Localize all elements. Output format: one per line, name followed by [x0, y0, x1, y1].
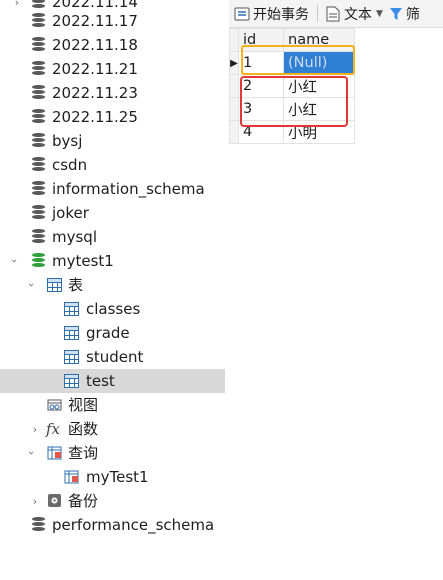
- annotation-highlight-duplicate-rows: [240, 76, 348, 127]
- table-icon: [64, 302, 79, 316]
- database-icon: [32, 205, 45, 220]
- backup-icon: [47, 493, 63, 509]
- row-header[interactable]: [229, 120, 239, 144]
- text-view-button[interactable]: 文本 ▼: [326, 4, 383, 24]
- object-navigator: › 2022.11.14 2022.11.17 2022.11.18 2022.…: [0, 0, 225, 580]
- tree-label: 表: [68, 276, 84, 294]
- tree-label: 2022.11.25: [52, 108, 138, 126]
- table-icon: [64, 374, 79, 388]
- database-icon: [32, 109, 45, 124]
- database-icon: [32, 181, 45, 196]
- chevron-down-icon[interactable]: ›: [8, 254, 22, 268]
- database-icon: [32, 133, 45, 148]
- begin-transaction-button[interactable]: 开始事务: [234, 4, 309, 24]
- tree-label: mysql: [52, 228, 97, 246]
- tree-table-classes[interactable]: classes: [0, 297, 225, 321]
- database-icon: [32, 0, 45, 9]
- chevron-down-icon[interactable]: ›: [25, 278, 39, 292]
- tree-db-bysj[interactable]: bysj: [0, 129, 225, 153]
- row-header-corner: [229, 28, 239, 52]
- tree-label: test: [86, 372, 115, 390]
- tree-label: 视图: [68, 396, 99, 414]
- query-icon: [64, 469, 80, 485]
- tree-label: 备份: [68, 492, 99, 510]
- filter-icon: [389, 6, 403, 22]
- query-icon: [47, 445, 63, 461]
- chevron-right-icon[interactable]: ›: [28, 422, 42, 436]
- tree-label: 查询: [68, 444, 99, 462]
- annotation-highlight-null-row: [241, 45, 355, 75]
- tree-label: 2022.11.17: [52, 12, 138, 30]
- tree-label: myTest1: [86, 468, 149, 486]
- tree-label: grade: [86, 324, 130, 342]
- database-icon: [32, 13, 45, 28]
- views-icon: [47, 397, 63, 413]
- tree-folder-views[interactable]: 视图: [0, 393, 225, 417]
- chevron-down-icon[interactable]: ›: [25, 446, 39, 460]
- tree-folder-queries[interactable]: › 查询: [0, 441, 225, 465]
- table-icon: [64, 350, 79, 364]
- transaction-icon: [234, 6, 250, 22]
- tree-folder-functions[interactable]: › fx 函数: [0, 417, 225, 441]
- tables-folder-icon: [47, 278, 62, 292]
- tree-db-2022-11-21[interactable]: 2022.11.21: [0, 57, 225, 81]
- tree-db-joker[interactable]: joker: [0, 201, 225, 225]
- current-row-indicator-icon[interactable]: ▶: [229, 51, 239, 75]
- tree-label: 2022.11.21: [52, 60, 138, 78]
- tree-folder-backups[interactable]: › 备份: [0, 489, 225, 513]
- chevron-right-icon[interactable]: ›: [28, 494, 42, 508]
- tree-label: mytest1: [52, 252, 114, 270]
- tree-label: 2022.11.23: [52, 84, 138, 102]
- grid-toolbar: 开始事务 文本 ▼ 筛: [229, 0, 443, 28]
- tree-label: bysj: [52, 132, 83, 150]
- tree-table-grade[interactable]: grade: [0, 321, 225, 345]
- data-grid: id name ▶ 1 (Null) 2 小红 3 小红 4 小明: [229, 28, 443, 580]
- tree-db-2022-11-25[interactable]: 2022.11.25: [0, 105, 225, 129]
- database-icon: [32, 85, 45, 100]
- function-icon: fx: [46, 420, 61, 438]
- tree-db-information-schema[interactable]: information_schema: [0, 177, 225, 201]
- filter-button[interactable]: 筛: [389, 4, 420, 24]
- dropdown-caret-icon[interactable]: ▼: [376, 9, 383, 19]
- row-header[interactable]: [229, 74, 239, 98]
- tree-db-csdn[interactable]: csdn: [0, 153, 225, 177]
- database-icon: [32, 517, 45, 532]
- begin-transaction-label: 开始事务: [253, 6, 309, 23]
- tree-db-2022-11-23[interactable]: 2022.11.23: [0, 81, 225, 105]
- tree-label: joker: [52, 204, 89, 222]
- tree-db-mytest1[interactable]: › mytest1: [0, 249, 225, 273]
- tree-table-student[interactable]: student: [0, 345, 225, 369]
- database-icon: [32, 37, 45, 52]
- database-icon: [32, 229, 45, 244]
- tree-label: student: [86, 348, 144, 366]
- database-active-icon: [32, 253, 45, 268]
- filter-label: 筛: [405, 6, 420, 23]
- tree-folder-tables[interactable]: › 表: [0, 273, 225, 297]
- database-icon: [32, 157, 45, 172]
- toolbar-divider: [317, 5, 318, 22]
- tree-label: information_schema: [52, 180, 205, 198]
- row-header[interactable]: [229, 97, 239, 121]
- tree-label: performance_schema: [52, 516, 215, 534]
- database-icon: [32, 61, 45, 76]
- tree-db-2022-11-17[interactable]: 2022.11.17: [0, 9, 225, 33]
- tree-label: 2022.11.18: [52, 36, 138, 54]
- chevron-right-icon[interactable]: ›: [10, 0, 24, 9]
- tree-label: 函数: [68, 420, 99, 438]
- document-icon: [326, 6, 340, 22]
- tree-query-mytest1[interactable]: myTest1: [0, 465, 225, 489]
- tree-db-mysql[interactable]: mysql: [0, 225, 225, 249]
- text-view-label: 文本: [344, 6, 372, 23]
- tree-table-test[interactable]: test: [0, 369, 225, 393]
- tree-db-performance-schema[interactable]: performance_schema: [0, 513, 225, 537]
- tree-label: csdn: [52, 156, 88, 174]
- tree-db-2022-11-18[interactable]: 2022.11.18: [0, 33, 225, 57]
- table-icon: [64, 326, 79, 340]
- tree-label: classes: [86, 300, 141, 318]
